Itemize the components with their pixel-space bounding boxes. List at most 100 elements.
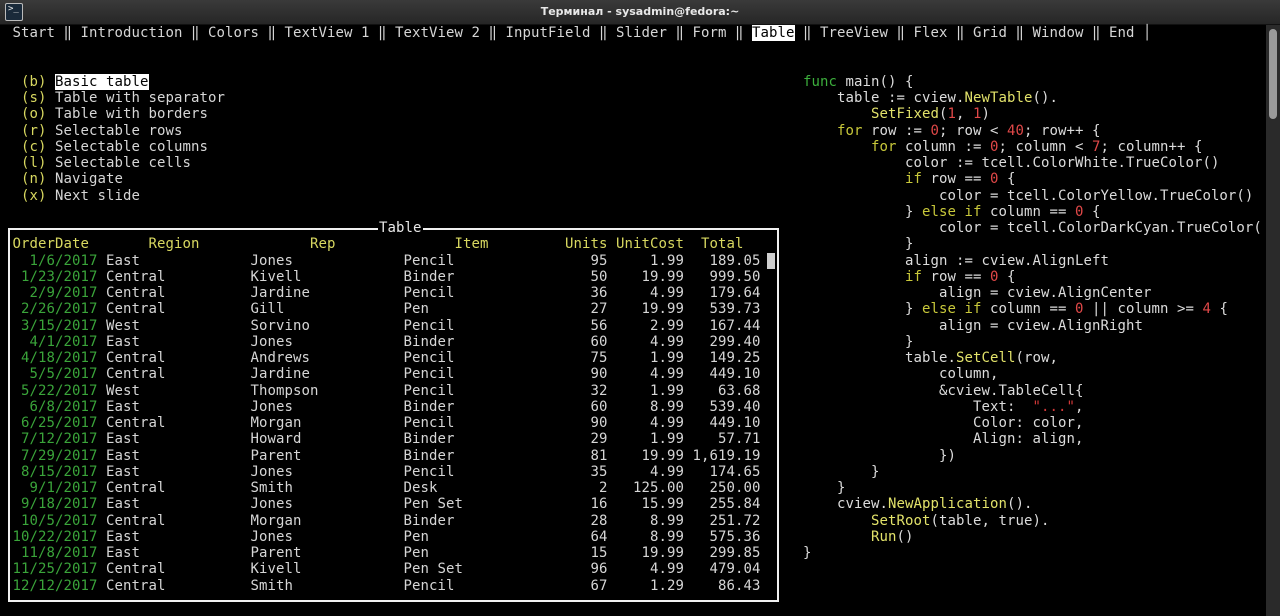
table-cell-region[interactable]: West <box>106 383 140 399</box>
table-cell-region[interactable]: Central <box>106 415 166 431</box>
table-cell-cost[interactable]: 1.99 <box>650 383 684 399</box>
terminal-scrollbar-thumb[interactable] <box>1269 29 1277 119</box>
column-header-units[interactable]: Units <box>565 236 608 252</box>
tab-introduction[interactable]: Introduction <box>81 25 183 41</box>
table-cell-region[interactable]: East <box>106 545 140 561</box>
table-cell-total[interactable]: 255.84 <box>710 496 761 512</box>
table-cell-total[interactable]: 251.72 <box>710 513 761 529</box>
menu-item-key[interactable]: (n) <box>21 171 47 187</box>
menu-item-selectable-columns[interactable]: Selectable columns <box>55 139 208 155</box>
menu-item-next-slide[interactable]: Next slide <box>55 188 140 204</box>
table-cell-date[interactable]: 10/22/2017 <box>13 529 98 545</box>
table-cell-units[interactable]: 35 <box>591 464 608 480</box>
column-header-region[interactable]: Region <box>149 236 200 252</box>
table-cell-region[interactable]: Central <box>106 513 166 529</box>
table-cell-region[interactable]: East <box>106 431 140 447</box>
table-cell-region[interactable]: East <box>106 334 140 350</box>
table-cell-rep[interactable]: Smith <box>251 578 294 594</box>
tab-start[interactable]: Start <box>13 25 56 41</box>
table-cell-total[interactable]: 86.43 <box>718 578 761 594</box>
table-cell-total[interactable]: 479.04 <box>710 561 761 577</box>
column-header-total[interactable]: Total <box>701 236 744 252</box>
table-cell-region[interactable]: Central <box>106 578 166 594</box>
table-cell-region[interactable]: Central <box>106 301 166 317</box>
table-cell-cost[interactable]: 125.00 <box>633 480 684 496</box>
table-cell-date[interactable]: 9/18/2017 <box>21 496 98 512</box>
table-cell-region[interactable]: East <box>106 529 140 545</box>
table-cell-item[interactable]: Binder <box>404 334 455 350</box>
table-cell-rep[interactable]: Parent <box>251 448 302 464</box>
table-cell-cost[interactable]: 1.99 <box>650 350 684 366</box>
tab-inputfield[interactable]: InputField <box>506 25 591 41</box>
table-cell-rep[interactable]: Andrews <box>251 350 311 366</box>
table-cell-cost[interactable]: 8.99 <box>650 513 684 529</box>
menu-item-basic-table[interactable]: Basic table <box>55 73 149 90</box>
table-scrollbar-thumb[interactable] <box>767 253 775 269</box>
table-cell-rep[interactable]: Morgan <box>251 415 302 431</box>
table-cell-rep[interactable]: Jones <box>251 334 294 350</box>
table-cell-total[interactable]: 575.36 <box>710 529 761 545</box>
table-cell-item[interactable]: Pencil <box>404 415 455 431</box>
table-cell-units[interactable]: 56 <box>591 318 608 334</box>
table-cell-total[interactable]: 299.40 <box>710 334 761 350</box>
table-cell-date[interactable]: 7/12/2017 <box>21 431 98 447</box>
table-cell-item[interactable]: Desk <box>404 480 438 496</box>
table-cell-region[interactable]: East <box>106 496 140 512</box>
table-cell-rep[interactable]: Howard <box>251 431 302 447</box>
table-cell-total[interactable]: 299.85 <box>710 545 761 561</box>
table-cell-units[interactable]: 15 <box>591 545 608 561</box>
table-cell-units[interactable]: 90 <box>591 366 608 382</box>
tab-end[interactable]: End <box>1109 25 1135 41</box>
table-cell-item[interactable]: Pencil <box>404 318 455 334</box>
table-cell-total[interactable]: 149.25 <box>710 350 761 366</box>
table-cell-cost[interactable]: 4.99 <box>650 366 684 382</box>
table-cell-date[interactable]: 1/23/2017 <box>21 269 98 285</box>
table-cell-cost[interactable]: 4.99 <box>650 334 684 350</box>
table-cell-units[interactable]: 50 <box>591 269 608 285</box>
table-cell-item[interactable]: Pencil <box>404 464 455 480</box>
table-cell-region[interactable]: East <box>106 448 140 464</box>
table-cell-units[interactable]: 36 <box>591 285 608 301</box>
table-cell-total[interactable]: 449.10 <box>710 415 761 431</box>
table-cell-units[interactable]: 81 <box>591 448 608 464</box>
tab-textview-2[interactable]: TextView 2 <box>395 25 480 41</box>
table-cell-cost[interactable]: 4.99 <box>650 415 684 431</box>
table-cell-date[interactable]: 12/12/2017 <box>13 578 98 594</box>
table-cell-date[interactable]: 11/8/2017 <box>21 545 98 561</box>
table-cell-item[interactable]: Pencil <box>404 578 455 594</box>
table-cell-units[interactable]: 64 <box>591 529 608 545</box>
table-cell-units[interactable]: 60 <box>591 399 608 415</box>
table-cell-date[interactable]: 2/9/2017 <box>30 285 98 301</box>
table-cell-date[interactable]: 10/5/2017 <box>21 513 98 529</box>
table-cell-units[interactable]: 29 <box>591 431 608 447</box>
column-header-cost[interactable]: UnitCost <box>616 236 684 252</box>
table-cell-item[interactable]: Binder <box>404 513 455 529</box>
table-cell-units[interactable]: 90 <box>591 415 608 431</box>
table-cell-rep[interactable]: Jardine <box>251 285 311 301</box>
table-cell-item[interactable]: Binder <box>404 399 455 415</box>
table-cell-cost[interactable]: 19.99 <box>642 545 685 561</box>
table-cell-cost[interactable]: 4.99 <box>650 561 684 577</box>
table-cell-date[interactable]: 8/15/2017 <box>21 464 98 480</box>
table-cell-total[interactable]: 63.68 <box>718 383 761 399</box>
table-cell-rep[interactable]: Jones <box>251 399 294 415</box>
tab-grid[interactable]: Grid <box>973 25 1007 41</box>
table-cell-date[interactable]: 5/5/2017 <box>30 366 98 382</box>
table-cell-region[interactable]: Central <box>106 480 166 496</box>
column-header-rep[interactable]: Rep <box>310 236 336 252</box>
menu-item-key[interactable]: (x) <box>21 188 47 204</box>
table-cell-rep[interactable]: Jones <box>251 529 294 545</box>
table-cell-cost[interactable]: 19.99 <box>642 448 685 464</box>
table-cell-item[interactable]: Binder <box>404 269 455 285</box>
table-cell-region[interactable]: Central <box>106 561 166 577</box>
menu-item-table-with-separator[interactable]: Table with separator <box>55 90 225 106</box>
table-cell-units[interactable]: 96 <box>591 561 608 577</box>
table-cell-item[interactable]: Pen Set <box>404 496 464 512</box>
table-cell-total[interactable]: 539.73 <box>710 301 761 317</box>
table-cell-date[interactable]: 9/1/2017 <box>30 480 98 496</box>
table-cell-item[interactable]: Pencil <box>404 350 455 366</box>
table-cell-rep[interactable]: Jardine <box>251 366 311 382</box>
table-cell-rep[interactable]: Jones <box>251 253 294 269</box>
tab-slider[interactable]: Slider <box>616 25 667 41</box>
table-cell-cost[interactable]: 1.29 <box>650 578 684 594</box>
